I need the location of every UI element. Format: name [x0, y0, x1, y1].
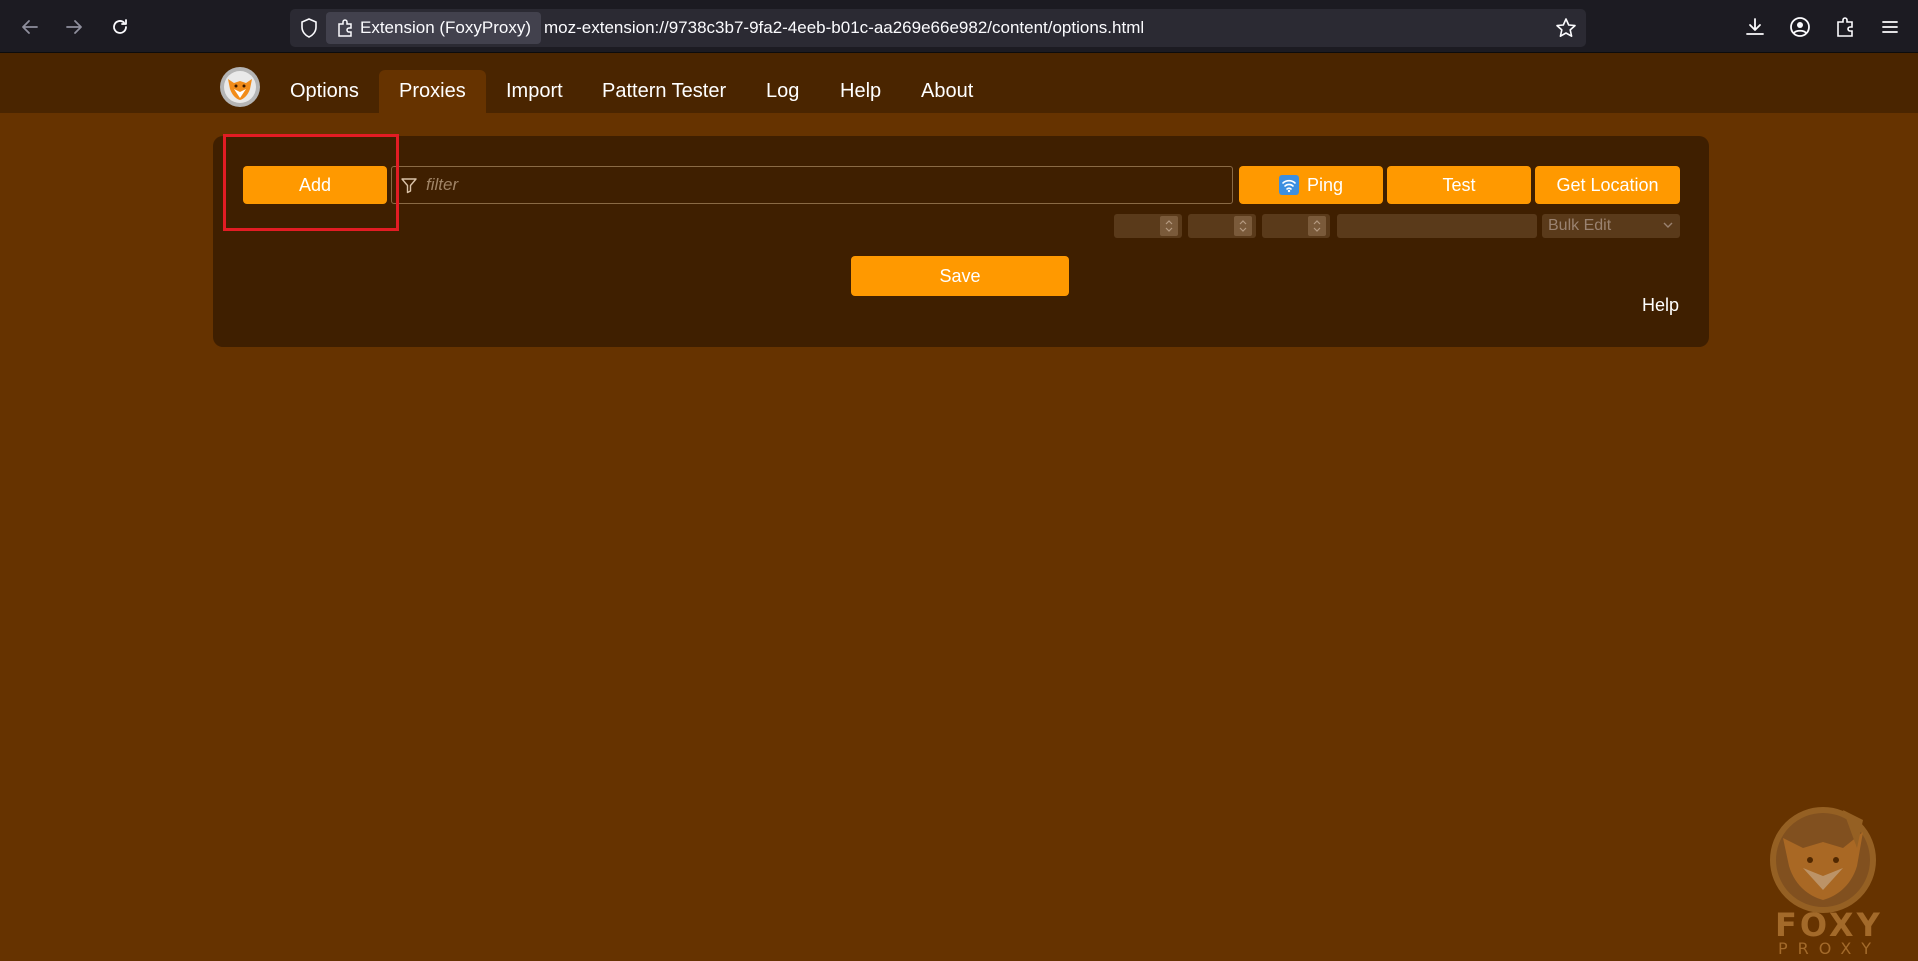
number-spinner-1[interactable]	[1114, 214, 1182, 238]
watermark-text-proxy: PROXY	[1778, 939, 1882, 958]
spinner-arrows-icon[interactable]	[1234, 216, 1252, 236]
bulk-edit-select[interactable]: Bulk Edit	[1542, 214, 1680, 238]
foxyproxy-logo	[218, 65, 262, 109]
filter-field[interactable]	[391, 166, 1233, 204]
arrow-left-icon	[22, 20, 38, 34]
reload-icon	[113, 19, 127, 34]
extensions-icon[interactable]	[1830, 12, 1860, 42]
bulk-edit-input[interactable]	[1337, 214, 1537, 238]
highlight-box	[223, 134, 399, 231]
filter-input[interactable]	[424, 167, 1224, 203]
ping-button[interactable]: Ping	[1239, 166, 1383, 204]
ping-label: Ping	[1306, 174, 1344, 195]
url-text[interactable]: moz-extension://9738c3b7-9fa2-4eeb-b01c-…	[544, 9, 1144, 47]
puzzle-icon	[338, 19, 352, 37]
downloads-icon[interactable]	[1740, 12, 1770, 42]
number-spinner-2[interactable]	[1188, 214, 1256, 238]
tab-help[interactable]: Help	[820, 70, 901, 113]
spinner-arrows-icon[interactable]	[1308, 216, 1326, 236]
bookmark-star-icon[interactable]	[1554, 16, 1578, 40]
extension-chip-label: Extension (FoxyProxy)	[360, 18, 531, 37]
account-icon[interactable]	[1785, 12, 1815, 42]
help-link[interactable]: Help	[1642, 295, 1679, 316]
number-spinner-3[interactable]	[1262, 214, 1330, 238]
arrow-right-icon	[66, 20, 82, 34]
proxies-panel: Add Ping Test Get Location Bulk Edit Sav…	[213, 136, 1709, 347]
filter-icon	[401, 178, 417, 194]
wifi-icon	[1278, 175, 1299, 195]
back-button[interactable]	[13, 10, 47, 44]
reload-button[interactable]	[103, 10, 137, 44]
forward-button[interactable]	[57, 10, 91, 44]
get-location-button[interactable]: Get Location	[1535, 166, 1680, 204]
tab-proxies[interactable]: Proxies	[379, 70, 486, 113]
menu-icon[interactable]	[1875, 12, 1905, 42]
tab-options[interactable]: Options	[270, 70, 379, 113]
tab-about[interactable]: About	[901, 70, 993, 113]
shield-icon[interactable]	[298, 17, 320, 39]
save-button[interactable]: Save	[851, 256, 1069, 296]
extension-identity-chip[interactable]: Extension (FoxyProxy)	[326, 12, 541, 44]
browser-toolbar: Extension (FoxyProxy) moz-extension://97…	[0, 0, 1918, 53]
extension-nav: Options Proxies Import Pattern Tester Lo…	[0, 53, 1918, 113]
tab-import[interactable]: Import	[486, 70, 583, 113]
spinner-arrows-icon[interactable]	[1160, 216, 1178, 236]
chevron-down-icon	[1663, 222, 1673, 228]
tab-pattern-tester[interactable]: Pattern Tester	[582, 70, 746, 113]
test-button[interactable]: Test	[1387, 166, 1531, 204]
url-bar[interactable]: Extension (FoxyProxy) moz-extension://97…	[290, 9, 1586, 47]
bulk-edit-label: Bulk Edit	[1548, 217, 1612, 234]
tab-log[interactable]: Log	[746, 70, 819, 113]
